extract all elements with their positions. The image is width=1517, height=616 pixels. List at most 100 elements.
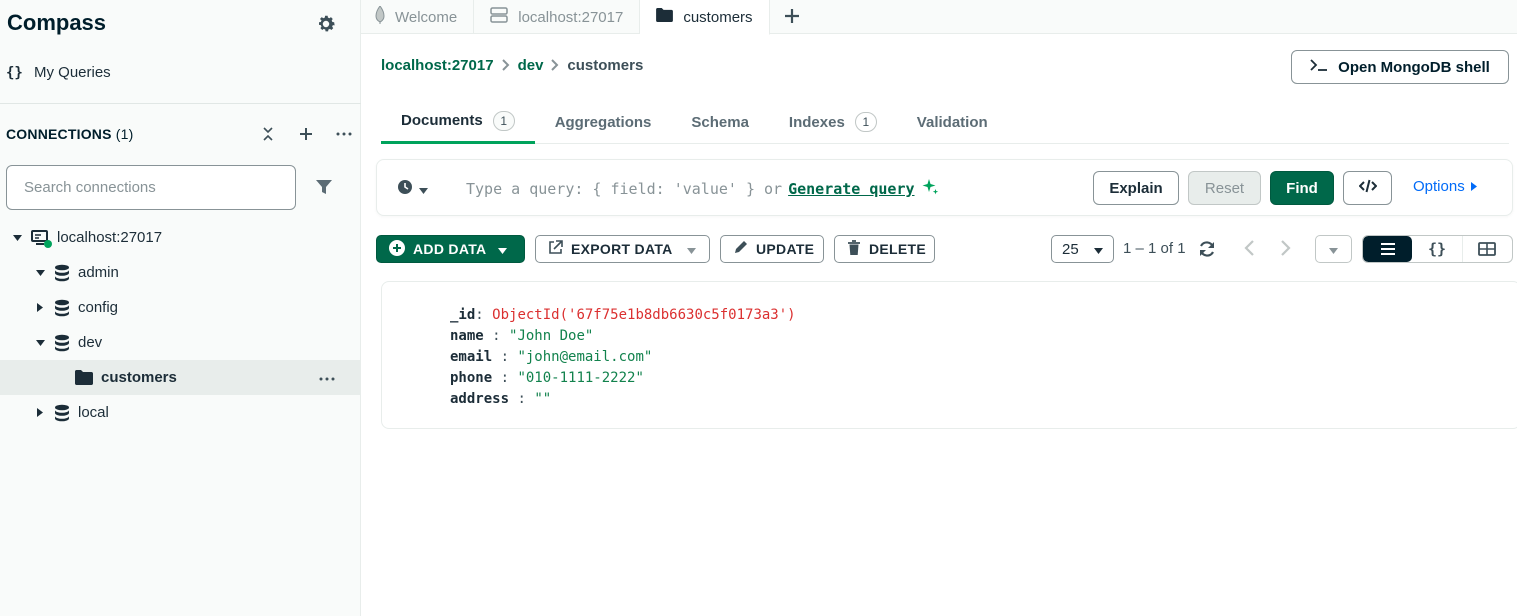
generate-query-link[interactable]: Generate query <box>788 180 914 198</box>
field-key: phone <box>450 370 493 386</box>
collection-tabs: Documents 1 Aggregations Schema Indexes … <box>381 100 1509 144</box>
my-queries-item[interactable]: {} My Queries <box>6 64 111 81</box>
page-size-select[interactable]: 25 <box>1051 235 1114 263</box>
json-view-icon[interactable]: {} <box>1412 236 1461 262</box>
tab-indexes[interactable]: Indexes 1 <box>769 100 897 144</box>
connections-count: (1) <box>115 126 134 142</box>
filter-icon[interactable] <box>315 178 333 196</box>
pencil-icon <box>733 240 748 258</box>
tab-aggregations[interactable]: Aggregations <box>535 100 672 144</box>
list-view-icon[interactable] <box>1363 236 1413 262</box>
tab-schema[interactable]: Schema <box>671 100 769 144</box>
search-connections-field[interactable] <box>6 165 296 210</box>
document-field: address : "" <box>450 391 552 407</box>
find-button[interactable]: Find <box>1270 171 1334 205</box>
chevron-right-icon <box>551 58 559 74</box>
refresh-icon[interactable] <box>1197 239 1217 263</box>
caret-right-icon <box>1470 178 1477 195</box>
query-input[interactable]: Type a query: { field: 'value' } or Gene… <box>466 178 939 200</box>
caret-down-icon[interactable] <box>35 269 45 276</box>
connections-heading: CONNECTIONS (1) <box>6 126 133 142</box>
tree-item-collection-customers[interactable]: customers <box>0 360 361 395</box>
query-history-button[interactable] <box>397 179 428 199</box>
database-icon <box>54 334 70 352</box>
tree-item-database-admin[interactable]: admin <box>0 255 361 290</box>
tab-welcome[interactable]: Welcome <box>361 0 475 34</box>
plus-circle-icon <box>389 239 405 259</box>
search-connections-input[interactable] <box>24 179 278 196</box>
field-value[interactable]: ObjectId('67f75e1b8db6630c5f0173a3') <box>492 307 795 323</box>
document-field: _id: ObjectId('67f75e1b8db6630c5f0173a3'… <box>450 307 796 323</box>
chevron-left-icon[interactable] <box>1243 239 1255 261</box>
more-options-icon[interactable] <box>334 124 354 144</box>
document-field: email : "john@email.com" <box>450 349 653 365</box>
field-key: name <box>450 328 484 344</box>
caret-down-icon <box>1329 241 1338 258</box>
tree-item-database-config[interactable]: config <box>0 290 361 325</box>
field-value[interactable]: "" <box>534 391 551 407</box>
more-actions-dropdown[interactable] <box>1315 235 1352 263</box>
tree-item-label: config <box>78 299 119 316</box>
breadcrumb: localhost:27017 dev customers <box>381 57 643 74</box>
caret-right-icon[interactable] <box>35 303 45 312</box>
field-key: address <box>450 391 510 407</box>
open-mongodb-shell-button[interactable]: Open MongoDB shell <box>1291 50 1509 84</box>
database-icon <box>54 264 70 282</box>
tree-item-database-dev[interactable]: dev <box>0 325 361 360</box>
export-icon <box>548 240 563 258</box>
tree-item-connection[interactable]: localhost:27017 <box>0 220 361 255</box>
breadcrumb-database[interactable]: dev <box>518 57 544 74</box>
tab-documents[interactable]: Documents 1 <box>381 100 535 144</box>
app-title: Compass <box>7 10 107 35</box>
caret-right-icon[interactable] <box>35 408 45 417</box>
page-size-value: 25 <box>1062 240 1079 258</box>
document-card[interactable]: _id: ObjectId('67f75e1b8db6630c5f0173a3'… <box>381 281 1517 429</box>
plus-icon <box>784 4 800 30</box>
caret-down-icon[interactable] <box>12 234 22 241</box>
reset-button[interactable]: Reset <box>1188 171 1261 205</box>
tab-label: Schema <box>691 113 749 131</box>
connections-label: CONNECTIONS <box>6 126 112 142</box>
caret-down-icon[interactable] <box>35 339 45 346</box>
tab-label: localhost:27017 <box>518 8 624 26</box>
chevron-right-icon[interactable] <box>1280 239 1292 261</box>
export-data-button[interactable]: EXPORT DATA <box>535 235 710 263</box>
table-view-icon[interactable] <box>1461 236 1512 262</box>
update-button[interactable]: UPDATE <box>720 235 824 263</box>
collapse-all-icon[interactable] <box>258 124 278 144</box>
delete-label: DELETE <box>869 241 927 257</box>
tab-customers[interactable]: customers <box>640 0 770 35</box>
document-fields: _id: ObjectId('67f75e1b8db6630c5f0173a3'… <box>450 305 796 410</box>
add-data-button[interactable]: ADD DATA <box>376 235 525 263</box>
chevron-right-icon <box>501 58 510 74</box>
tree-item-label: local <box>78 404 109 421</box>
export-to-language-button[interactable] <box>1343 171 1392 205</box>
caret-down-icon <box>498 241 508 257</box>
tab-validation[interactable]: Validation <box>897 100 1008 144</box>
count-badge: 1 <box>492 110 515 131</box>
breadcrumb-host[interactable]: localhost:27017 <box>381 57 494 74</box>
gear-icon[interactable] <box>315 13 337 35</box>
field-value[interactable]: "john@email.com" <box>517 349 652 365</box>
count-badge: 1 <box>854 112 877 132</box>
add-data-label: ADD DATA <box>413 241 487 257</box>
tree-item-label: admin <box>78 264 119 281</box>
tab-label: customers <box>683 8 753 26</box>
tab-localhost[interactable]: localhost:27017 <box>474 0 641 34</box>
database-icon <box>54 404 70 422</box>
folder-icon <box>75 370 93 385</box>
caret-down-icon <box>1094 241 1103 258</box>
new-tab-button[interactable] <box>770 0 814 34</box>
explain-button[interactable]: Explain <box>1093 171 1179 205</box>
more-options-icon[interactable] <box>319 368 335 385</box>
options-label: Options <box>1413 178 1465 195</box>
document-field: phone : "010-1111-2222" <box>450 370 644 386</box>
tree-item-database-local[interactable]: local <box>0 395 361 430</box>
add-connection-icon[interactable] <box>296 124 316 144</box>
field-value[interactable]: "John Doe" <box>509 328 593 344</box>
field-value[interactable]: "010-1111-2222" <box>517 370 643 386</box>
sidebar-divider <box>0 103 361 104</box>
document-field: name : "John Doe" <box>450 328 594 344</box>
options-toggle[interactable]: Options <box>1413 178 1477 195</box>
delete-button[interactable]: DELETE <box>834 235 935 263</box>
